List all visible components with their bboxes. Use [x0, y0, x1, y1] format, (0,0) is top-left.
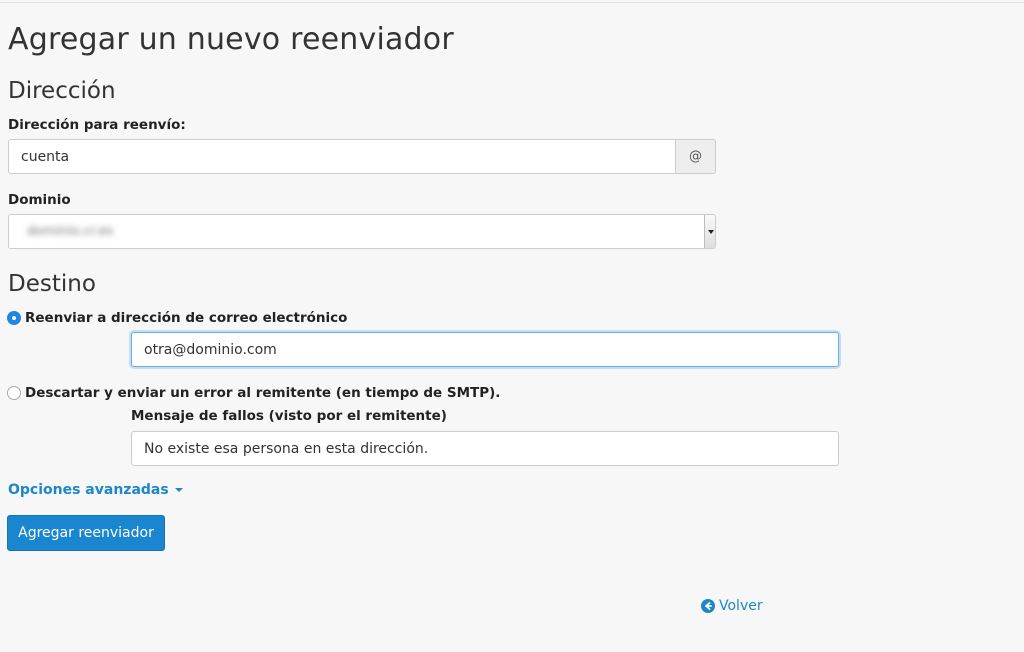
failure-message-input[interactable] [131, 431, 839, 466]
destination-section-title: Destino [8, 271, 96, 297]
back-link-label: Volver [719, 598, 763, 614]
add-forwarder-button[interactable]: Agregar reenviador [7, 515, 165, 551]
forward-option-label: Reenviar a dirección de correo electróni… [25, 310, 348, 326]
advanced-options-link[interactable]: Opciones avanzadas [8, 482, 183, 498]
address-section-title: Dirección [8, 78, 116, 104]
domain-select[interactable]: dominio.cr.es [8, 214, 716, 249]
discard-option-label: Descartar y enviar un error al remitente… [25, 385, 501, 401]
forward-address-input[interactable] [8, 139, 676, 174]
back-link[interactable]: Volver [701, 598, 763, 614]
add-forwarder-page: Agregar un nuevo reenviador Dirección Di… [0, 0, 1024, 652]
forward-option[interactable]: Reenviar a dirección de correo electróni… [7, 310, 347, 326]
domain-label: Dominio [8, 192, 71, 208]
forward-address-group: @ [8, 139, 716, 174]
forward-address-label: Dirección para reenvío: [8, 117, 186, 133]
discard-option[interactable]: Descartar y enviar un error al remitente… [7, 385, 500, 401]
discard-option-radio[interactable] [7, 386, 21, 400]
at-symbol-addon: @ [676, 139, 716, 174]
domain-select-value: dominio.cr.es [27, 224, 114, 239]
forward-email-input[interactable] [131, 332, 839, 367]
page-title: Agregar un nuevo reenviador [8, 22, 454, 57]
select-arrow-icon [704, 215, 715, 248]
failure-message-label: Mensaje de fallos (visto por el remitent… [131, 408, 447, 424]
caret-down-icon [174, 488, 183, 492]
forward-option-radio[interactable] [7, 311, 21, 325]
arrow-circle-left-icon [701, 599, 715, 613]
advanced-options-label: Opciones avanzadas [8, 482, 169, 498]
